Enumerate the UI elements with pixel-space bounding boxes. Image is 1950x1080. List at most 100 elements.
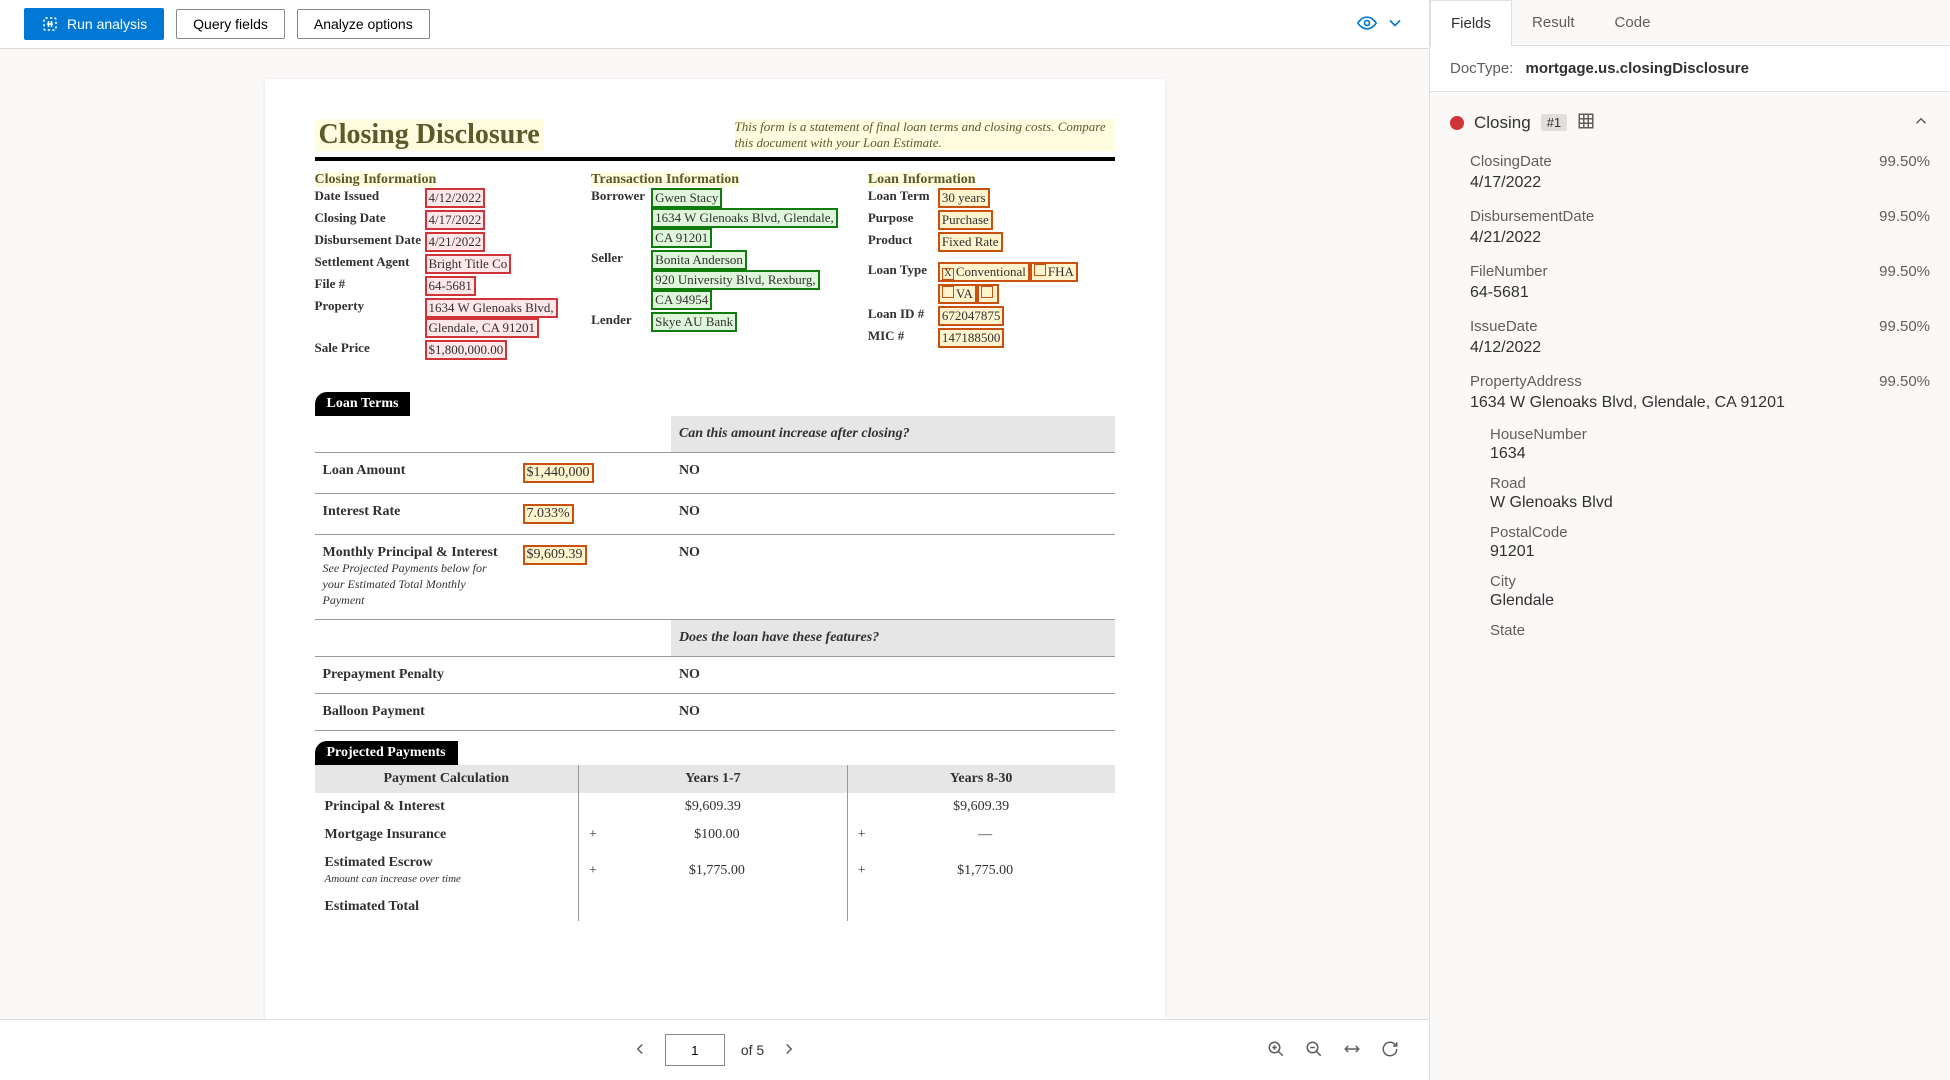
tab-result[interactable]: Result: [1512, 0, 1595, 45]
monthly-pi-value: $9,609.39: [523, 545, 587, 565]
loan-type-conventional: XConventional: [938, 262, 1030, 282]
date-issued-value: 4/12/2022: [425, 188, 486, 208]
loan-type-blank: [977, 284, 999, 304]
loan-type-va: VA: [938, 284, 977, 304]
field-value: 4/21/2022: [1470, 229, 1930, 247]
transaction-info-col: Transaction Information BorrowerGwen Sta…: [591, 171, 838, 362]
pager: of 5: [0, 1019, 1429, 1080]
subfield-name: PostalCode: [1490, 524, 1930, 541]
field-item[interactable]: DisbursementDate 99.50% 4/21/2022: [1430, 200, 1950, 255]
field-item[interactable]: ClosingDate 99.50% 4/17/2022: [1430, 145, 1950, 200]
analyze-options-button[interactable]: Analyze options: [297, 9, 430, 39]
chevron-down-icon[interactable]: [1385, 13, 1405, 36]
increase-header: Can this amount increase after closing?: [671, 416, 1115, 453]
features-header: Does the loan have these features?: [671, 620, 1115, 657]
rotate-icon[interactable]: [1381, 1040, 1399, 1061]
sale-price-value: $1,800,000.00: [425, 340, 508, 360]
result-tabs: Fields Result Code: [1430, 0, 1950, 46]
field-confidence: 99.50%: [1879, 318, 1930, 335]
borrower-name: Gwen Stacy: [651, 188, 722, 208]
toolbar: Run analysis Query fields Analyze option…: [0, 0, 1429, 49]
mic-value: 147188500: [938, 328, 1005, 348]
file-number-value: 64-5681: [425, 276, 476, 296]
fit-width-icon[interactable]: [1343, 1040, 1361, 1061]
subfield-name: State: [1490, 622, 1930, 639]
loan-type-fha: FHA: [1030, 262, 1078, 282]
subfield-name: HouseNumber: [1490, 426, 1930, 443]
subfield-item[interactable]: State: [1430, 616, 1950, 647]
results-pane: Fields Result Code DocType: mortgage.us.…: [1430, 0, 1950, 1080]
closing-info-col: Closing Information Date Issued4/12/2022…: [315, 171, 562, 362]
purpose-value: Purchase: [938, 210, 993, 230]
fields-list[interactable]: Closing #1 ClosingDate 99.50% 4/17/2022 Dis…: [1430, 92, 1950, 1080]
field-name: FileNumber: [1470, 263, 1548, 280]
subfield-value: Glendale: [1490, 592, 1930, 610]
next-page-button[interactable]: [780, 1040, 798, 1061]
page-total: of 5: [741, 1042, 764, 1058]
field-name: IssueDate: [1470, 318, 1538, 335]
disbursement-date-value: 4/21/2022: [425, 232, 486, 252]
doctype-value: mortgage.us.closingDisclosure: [1526, 60, 1749, 77]
group-closing[interactable]: Closing #1: [1430, 100, 1950, 145]
subfield-value: 1634: [1490, 445, 1930, 463]
subfield-item[interactable]: HouseNumber 1634: [1430, 420, 1950, 469]
tab-fields[interactable]: Fields: [1430, 0, 1512, 46]
run-analysis-label: Run analysis: [67, 16, 147, 32]
group-badge: #1: [1541, 114, 1567, 131]
settlement-agent-value: Bright Title Co: [425, 254, 512, 274]
closing-date-value: 4/17/2022: [425, 210, 486, 230]
closing-disclosure-document: Closing Disclosure This form is a statem…: [265, 79, 1165, 1019]
property-line1: 1634 W Glenoaks Blvd,: [425, 298, 558, 318]
query-fields-button[interactable]: Query fields: [176, 9, 285, 39]
run-analysis-button[interactable]: Run analysis: [24, 8, 164, 40]
document-viewer[interactable]: Closing Disclosure This form is a statem…: [0, 49, 1429, 1019]
loan-id-value: 672047875: [938, 306, 1005, 326]
subfield-item[interactable]: PostalCode 91201: [1430, 518, 1950, 567]
field-confidence: 99.50%: [1879, 208, 1930, 225]
field-item[interactable]: IssueDate99.50%4/12/2022: [1430, 310, 1950, 365]
zoom-in-icon[interactable]: [1267, 1040, 1285, 1061]
field-value: 4/17/2022: [1470, 174, 1930, 192]
field-item[interactable]: FileNumber 99.50% 64-5681: [1430, 255, 1950, 310]
status-dot-icon: [1450, 116, 1464, 130]
seller-name: Bonita Anderson: [651, 250, 747, 270]
doctype-row: DocType: mortgage.us.closingDisclosure: [1430, 46, 1950, 92]
product-value: Fixed Rate: [938, 232, 1003, 252]
doc-subtitle: This form is a statement of final loan t…: [735, 119, 1115, 151]
grid-icon[interactable]: [1577, 112, 1595, 133]
zoom-out-icon[interactable]: [1305, 1040, 1323, 1061]
field-name: PropertyAddress: [1470, 373, 1582, 390]
subfield-value: 91201: [1490, 543, 1930, 561]
subfield-value: W Glenoaks Blvd: [1490, 494, 1930, 512]
field-confidence: 99.50%: [1879, 153, 1930, 170]
closing-info-heading: Closing Information: [315, 172, 437, 187]
projected-payments-header: Projected Payments: [315, 741, 458, 765]
visibility-icon[interactable]: [1357, 13, 1377, 36]
doc-title: Closing Disclosure: [315, 119, 544, 151]
field-name: DisbursementDate: [1470, 208, 1594, 225]
property-line2: Glendale, CA 91201: [425, 318, 540, 338]
subfield-name: Road: [1490, 475, 1930, 492]
loan-info-col: Loan Information Loan Term30 years Purpo…: [868, 171, 1115, 362]
field-item[interactable]: PropertyAddress 99.50% 1634 W Glenoaks Blv…: [1430, 365, 1950, 420]
field-value: 1634 W Glenoaks Blvd, Glendale, CA 91201: [1470, 394, 1930, 412]
loan-info-heading: Loan Information: [868, 172, 976, 187]
field-confidence: 99.50%: [1879, 263, 1930, 280]
subfield-name: City: [1490, 573, 1930, 590]
field-value: 64-5681: [1470, 284, 1930, 302]
interest-rate-value: 7.033%: [523, 504, 574, 524]
page-input[interactable]: [665, 1034, 725, 1066]
document-pane: Run analysis Query fields Analyze option…: [0, 0, 1430, 1080]
subfield-item[interactable]: Road W Glenoaks Blvd: [1430, 469, 1950, 518]
loan-terms-header: Loan Terms: [315, 392, 411, 416]
doctype-label: DocType:: [1450, 60, 1513, 77]
loan-amount-value: $1,440,000: [523, 463, 594, 483]
field-confidence: 99.50%: [1879, 373, 1930, 390]
lender-name: Skye AU Bank: [651, 312, 737, 332]
collapse-icon[interactable]: [1912, 112, 1930, 133]
subfield-item[interactable]: City Glendale: [1430, 567, 1950, 616]
tab-code[interactable]: Code: [1595, 0, 1671, 45]
field-name: ClosingDate: [1470, 153, 1552, 170]
loan-term-value: 30 years: [938, 188, 990, 208]
prev-page-button[interactable]: [631, 1040, 649, 1061]
